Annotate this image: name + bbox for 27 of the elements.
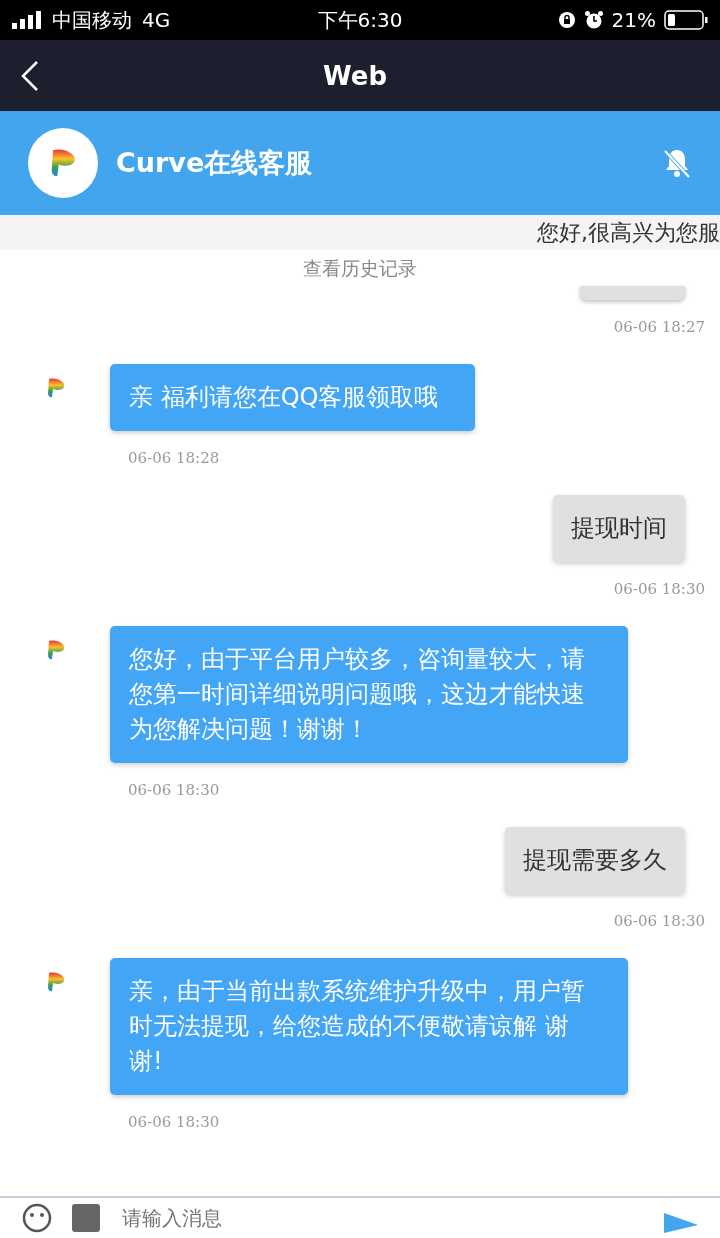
network-type: 4G [142,8,171,32]
agent-message: 亲，由于当前出款系统维护升级中，用户暂时无法提现，给您造成的不便敬请谅解 谢谢! [110,958,628,1095]
alarm-icon [583,10,604,30]
message-input[interactable]: 请输入消息 [120,1205,644,1231]
clock-time: 下午6:30 [316,6,404,34]
agent-message: 亲 福利请您在QQ客服领取哦 [110,364,476,431]
agent-message: 您好，由于平台用户较多，咨询量较大，请您第一时间详细说明问题哦，这边才能快速为您解决问题！谢谢！ [110,626,628,763]
message-time: 06-06 18:27 [613,318,705,336]
battery-percent: 21% [611,8,656,32]
page-title: Web [322,60,388,91]
notice-text: 您好,很高兴为您服 [537,218,720,247]
rotation-lock-icon [557,11,576,29]
user-message: 提现需要多久 [505,827,685,894]
user-message: 提现时间 [553,495,685,562]
message-time: 06-06 18:30 [128,781,221,799]
message-time: 06-06 18:30 [128,1113,221,1131]
message-time: 06-06 18:30 [613,580,705,598]
message-time: 06-06 18:28 [128,449,221,467]
battery-icon [664,10,708,30]
carrier-name: 中国移动 [52,6,132,34]
mute-bell-icon[interactable] [662,147,692,179]
emoji-icon[interactable] [22,1203,52,1233]
message-time: 06-06 18:30 [613,912,705,930]
chat-title: Curve在线客服 [116,146,314,180]
signal-icon [12,11,42,29]
back-icon[interactable] [20,59,40,92]
history-link[interactable]: 查看历史记录 [268,256,417,282]
